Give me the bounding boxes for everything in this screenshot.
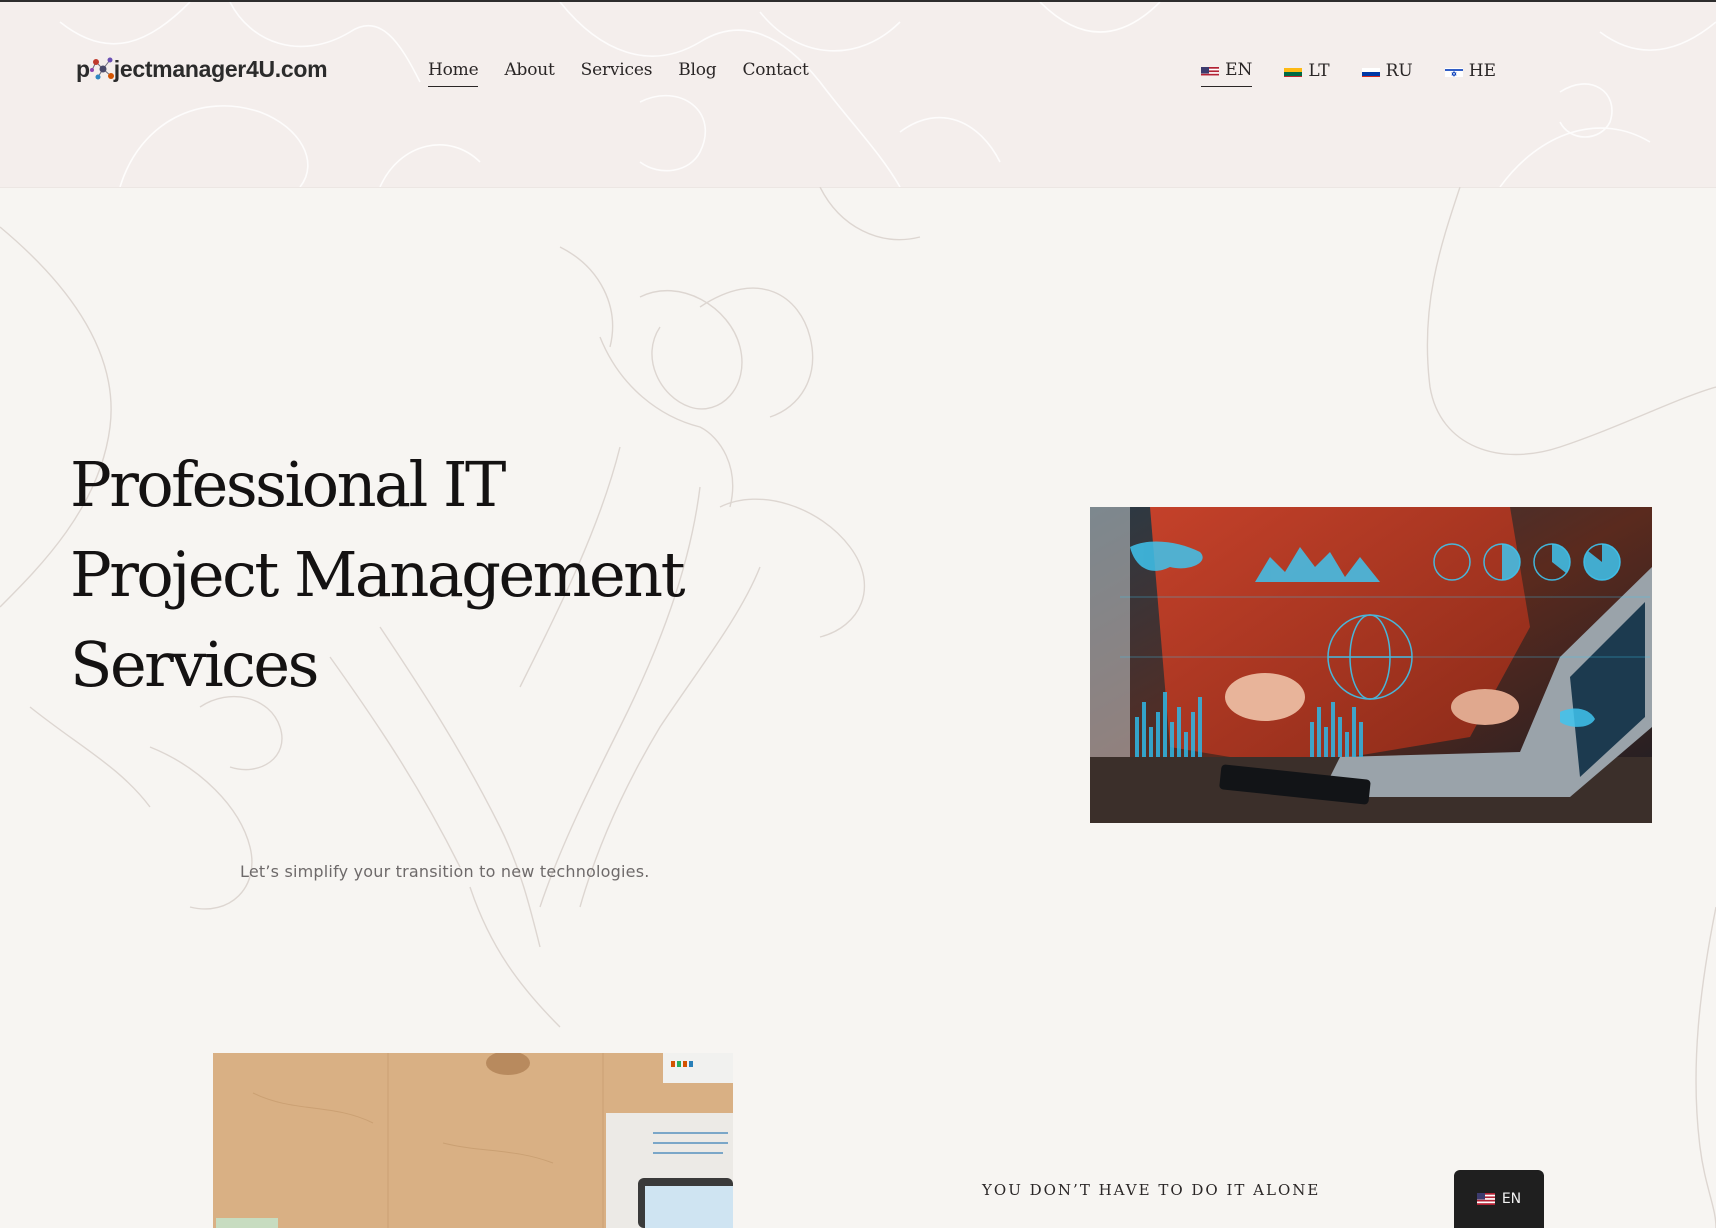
israel-flag-icon — [1444, 65, 1463, 77]
second-image-desk-workspace — [213, 1053, 733, 1228]
lithuania-flag-icon — [1284, 65, 1303, 77]
hero-tagline: Let’s simplify your transition to new te… — [240, 862, 650, 881]
lang-lt-label: LT — [1308, 60, 1330, 81]
lang-lt[interactable]: LT — [1284, 60, 1330, 87]
nav-services[interactable]: Services — [581, 60, 653, 87]
russia-flag-icon — [1361, 65, 1380, 77]
us-flag-icon — [1476, 1193, 1495, 1205]
hero-title-line-1: Professional IT — [70, 448, 506, 521]
lang-ru[interactable]: RU — [1361, 60, 1413, 87]
main-navigation: Home About Services Blog Contact — [428, 60, 835, 87]
floral-pattern-decoration — [59, 2, 1716, 187]
lang-en-label: EN — [1225, 60, 1253, 80]
nav-home[interactable]: Home — [428, 60, 479, 87]
hero-title-line-3: Services — [70, 628, 319, 701]
section-eyebrow: YOU DON’T HAVE TO DO IT ALONE — [982, 1181, 1321, 1199]
nav-blog[interactable]: Blog — [678, 60, 716, 87]
hero-title-line-2: Project Management — [70, 538, 686, 611]
nav-contact[interactable]: Contact — [742, 60, 808, 87]
lang-he-label: HE — [1468, 60, 1496, 81]
lang-ru-label: RU — [1385, 60, 1413, 81]
nav-about[interactable]: About — [504, 60, 554, 87]
hero-title: Professional IT Project Management Servi… — [70, 440, 686, 710]
hero-image-digital-dashboard — [1090, 507, 1652, 823]
language-switcher: EN LT RU HE — [1169, 60, 1496, 87]
floating-language-label: EN — [1501, 1191, 1522, 1207]
lang-en[interactable]: EN — [1201, 60, 1253, 87]
us-flag-icon — [1201, 64, 1220, 76]
floating-language-widget[interactable]: EN — [1454, 1170, 1544, 1228]
logo-text: jectmanager4U.com — [113, 55, 328, 82]
network-molecule-icon — [88, 54, 118, 84]
site-header: p jectmanager4U.com Home About Services … — [0, 2, 1716, 188]
lang-he[interactable]: HE — [1444, 60, 1496, 87]
site-logo[interactable]: p jectmanager4U.com — [76, 54, 328, 84]
